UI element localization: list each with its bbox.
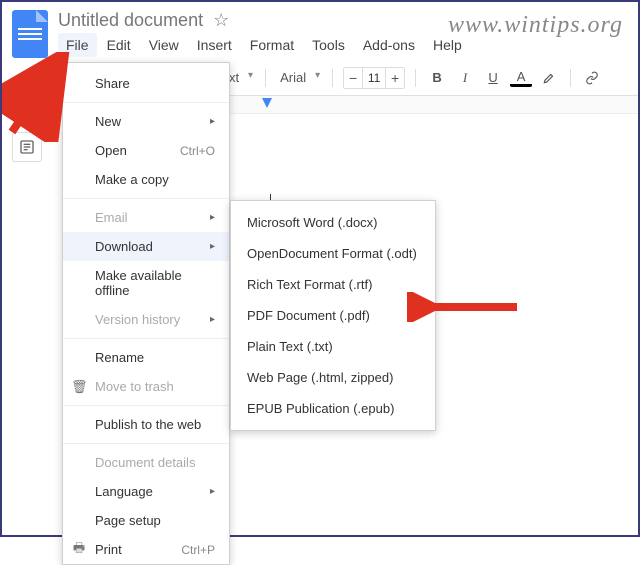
submenu-rtf[interactable]: Rich Text Format (.rtf) bbox=[231, 269, 435, 300]
toolbar-separator bbox=[415, 69, 416, 87]
menu-print[interactable]: 🖶 Print Ctrl+P bbox=[63, 535, 229, 564]
menu-divider bbox=[63, 102, 229, 103]
menu-new[interactable]: New ▸ bbox=[63, 107, 229, 136]
submenu-odt[interactable]: OpenDocument Format (.odt) bbox=[231, 238, 435, 269]
submenu-html[interactable]: Web Page (.html, zipped) bbox=[231, 362, 435, 393]
menu-divider bbox=[63, 338, 229, 339]
menu-page-setup[interactable]: Page setup bbox=[63, 506, 229, 535]
menu-divider bbox=[63, 198, 229, 199]
menu-edit[interactable]: Edit bbox=[99, 33, 139, 57]
menu-file[interactable]: File bbox=[58, 33, 97, 57]
submenu-docx[interactable]: Microsoft Word (.docx) bbox=[231, 207, 435, 238]
insert-link-button[interactable] bbox=[581, 67, 603, 89]
menu-doc-details[interactable]: Document details bbox=[63, 448, 229, 477]
menu-details-label: Document details bbox=[95, 455, 215, 470]
trash-icon: 🗑 bbox=[71, 379, 87, 395]
toolbar-separator bbox=[570, 69, 571, 87]
bold-button[interactable]: B bbox=[426, 67, 448, 89]
toolbar-separator bbox=[265, 69, 266, 87]
font-size-decrease[interactable]: − bbox=[344, 70, 362, 86]
menu-divider bbox=[63, 443, 229, 444]
menubar: File Edit View Insert Format Tools Add-o… bbox=[58, 33, 628, 57]
indent-marker-icon[interactable] bbox=[262, 98, 272, 108]
menu-publish[interactable]: Publish to the web bbox=[63, 410, 229, 439]
menu-trash-label: Move to trash bbox=[95, 379, 215, 394]
font-size-value[interactable]: 11 bbox=[362, 68, 386, 88]
menu-rename-label: Rename bbox=[95, 350, 215, 365]
font-size-stepper[interactable]: − 11 + bbox=[343, 67, 405, 89]
menu-divider bbox=[63, 405, 229, 406]
left-rail bbox=[12, 132, 42, 162]
menu-open-shortcut: Ctrl+O bbox=[180, 144, 215, 158]
menu-make-copy-label: Make a copy bbox=[95, 172, 215, 187]
submenu-epub[interactable]: EPUB Publication (.epub) bbox=[231, 393, 435, 424]
menu-addons[interactable]: Add-ons bbox=[355, 33, 423, 57]
underline-button[interactable]: U bbox=[482, 67, 504, 89]
chevron-right-icon: ▸ bbox=[210, 486, 215, 497]
menu-tools[interactable]: Tools bbox=[304, 33, 353, 57]
menu-pagesetup-label: Page setup bbox=[95, 513, 215, 528]
menu-version-history[interactable]: Version history ▸ bbox=[63, 305, 229, 334]
star-icon[interactable]: ☆ bbox=[213, 10, 229, 31]
menu-move-trash[interactable]: 🗑 Move to trash bbox=[63, 372, 229, 401]
menu-email-label: Email bbox=[95, 210, 210, 225]
menu-available-offline[interactable]: Make available offline bbox=[63, 261, 229, 305]
document-title[interactable]: Untitled document bbox=[58, 10, 203, 31]
menu-download[interactable]: Download ▸ bbox=[63, 232, 229, 261]
docs-logo-icon[interactable] bbox=[12, 10, 48, 58]
chevron-right-icon: ▸ bbox=[210, 212, 215, 223]
print-icon: 🖶 bbox=[71, 539, 87, 561]
font-family-select[interactable]: Arial bbox=[276, 68, 322, 87]
font-size-increase[interactable]: + bbox=[386, 70, 404, 86]
menu-language-label: Language bbox=[95, 484, 210, 499]
menu-make-copy[interactable]: Make a copy bbox=[63, 165, 229, 194]
menu-new-label: New bbox=[95, 114, 210, 129]
menu-email[interactable]: Email ▸ bbox=[63, 203, 229, 232]
menu-version-label: Version history bbox=[95, 312, 210, 327]
menu-download-label: Download bbox=[95, 239, 210, 254]
italic-button[interactable]: I bbox=[454, 67, 476, 89]
submenu-pdf[interactable]: PDF Document (.pdf) bbox=[231, 300, 435, 331]
menu-format[interactable]: Format bbox=[242, 33, 302, 57]
outline-toggle-icon[interactable] bbox=[12, 132, 42, 162]
menu-share-label: Share bbox=[95, 76, 215, 91]
menu-share[interactable]: Share bbox=[63, 69, 229, 98]
menu-open[interactable]: Open Ctrl+O bbox=[63, 136, 229, 165]
menu-insert[interactable]: Insert bbox=[189, 33, 240, 57]
menu-view[interactable]: View bbox=[141, 33, 187, 57]
file-menu-panel: Share New ▸ Open Ctrl+O Make a copy Emai… bbox=[62, 62, 230, 565]
chevron-right-icon: ▸ bbox=[210, 241, 215, 252]
menu-print-label: Print bbox=[95, 542, 181, 557]
menu-print-shortcut: Ctrl+P bbox=[181, 543, 215, 557]
chevron-right-icon: ▸ bbox=[210, 314, 215, 325]
menu-language[interactable]: Language ▸ bbox=[63, 477, 229, 506]
highlight-button[interactable] bbox=[538, 67, 560, 89]
menu-help[interactable]: Help bbox=[425, 33, 470, 57]
menu-publish-label: Publish to the web bbox=[95, 417, 215, 432]
chevron-right-icon: ▸ bbox=[210, 116, 215, 127]
submenu-txt[interactable]: Plain Text (.txt) bbox=[231, 331, 435, 362]
menu-offline-label: Make available offline bbox=[95, 268, 215, 298]
text-color-button[interactable]: A bbox=[510, 68, 532, 87]
menu-open-label: Open bbox=[95, 143, 180, 158]
menu-rename[interactable]: Rename bbox=[63, 343, 229, 372]
app-header: Untitled document ☆ File Edit View Inser… bbox=[2, 2, 638, 58]
download-submenu: Microsoft Word (.docx) OpenDocument Form… bbox=[230, 200, 436, 431]
toolbar-separator bbox=[332, 69, 333, 87]
